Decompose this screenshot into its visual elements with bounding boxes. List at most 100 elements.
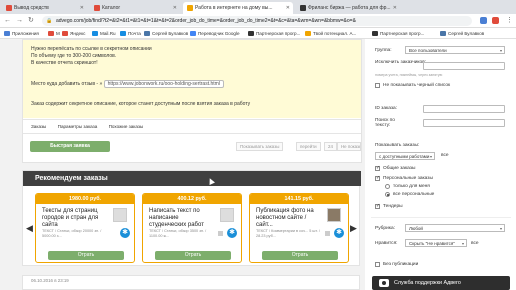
divider — [23, 119, 361, 120]
bookmark-item[interactable]: Твой потенциал. А... — [305, 30, 356, 37]
bookmark-item[interactable]: М — [48, 30, 60, 37]
group-label: Группа: — [375, 48, 392, 53]
show-select[interactable]: с доступными работами — [375, 152, 435, 160]
group-select[interactable]: Все пользователи — [405, 46, 505, 54]
bookmark-item[interactable]: Почта — [120, 30, 141, 37]
nravitsya-select[interactable]: Скрыть "Не нравится" — [405, 239, 467, 247]
close-tab-icon[interactable]: ✕ — [393, 2, 397, 14]
hide-button[interactable]: Не показывать — [337, 142, 361, 151]
goto-button[interactable]: перейти — [296, 142, 321, 151]
close-tab-icon[interactable]: ✕ — [286, 2, 290, 14]
favicon-icon — [6, 5, 12, 11]
bookmark-icon — [248, 31, 254, 36]
browser-tab[interactable]: Фриланс биржа — работа для фр... ✕ — [296, 2, 400, 14]
bookmark-icon — [144, 31, 150, 36]
take-order-button[interactable]: Отрать — [48, 251, 124, 260]
reload-icon[interactable]: ↻ — [28, 17, 34, 25]
close-tab-icon[interactable]: ✕ — [80, 2, 84, 14]
tab-similar-orders[interactable]: Похожие заказы — [109, 124, 144, 129]
extension-icon[interactable] — [480, 17, 487, 24]
close-tab-icon[interactable]: ✕ — [173, 2, 177, 14]
divider — [23, 133, 361, 134]
exclude-hint: номера учета, никнеймы, через запятую — [375, 73, 443, 77]
all-personal-label: все персональные — [393, 192, 435, 197]
divider — [371, 217, 511, 218]
show-label: Показывать заказы: — [375, 143, 420, 148]
card-title[interactable]: Написать текст по написание студенческих… — [149, 208, 209, 229]
bookmark-icon — [120, 31, 126, 36]
take-order-button[interactable]: Отрать — [262, 251, 338, 260]
bookmark-apps[interactable]: Приложения — [4, 30, 39, 37]
job-place-url[interactable]: https://www.jobonwork.ru/ooo-holding-ser… — [103, 80, 224, 88]
job-description: Нужно перепёсать по ссылке в секретном о… — [23, 40, 361, 118]
bookmark-item[interactable]: Партнерская прогр... — [372, 30, 424, 37]
tenders-checkbox[interactable] — [375, 203, 380, 209]
take-order-button[interactable]: Отрать — [155, 251, 231, 260]
avatar — [327, 208, 341, 222]
bookmarks-bar: Приложения М Яндекс Mail.Ru Почта Сергей… — [0, 28, 516, 39]
quick-apply-button[interactable]: Быстрая заявка — [30, 141, 110, 152]
menu-icon[interactable]: ⋮ — [506, 17, 513, 25]
rubric-select[interactable]: Любой — [405, 224, 505, 232]
browser-tab-active[interactable]: Работа в интернете на дому вы... ✕ — [183, 2, 293, 14]
recommended-card: 400.12 руб. Написать текст по написание … — [142, 193, 242, 263]
show-extra: все — [441, 153, 449, 158]
browser-tab[interactable]: Каталог ✕ — [90, 2, 180, 14]
browser-tab[interactable]: Вывод средств ✕ — [2, 2, 87, 14]
search-input[interactable] — [423, 119, 505, 127]
support-button[interactable]: Служба поддержки Адвего — [372, 276, 510, 290]
recommended-section: Рекомендуем заказы ◀ ▶ 1980.00 руб. Текс… — [22, 170, 361, 266]
bookmark-item[interactable]: Партнерская прогр... — [248, 30, 300, 37]
card-meta: ТЕКСТ / Статьи, обзор 20000 зн. / 5000.0… — [42, 229, 102, 238]
gear-icon: ✱ — [120, 228, 130, 238]
no-publications-checkbox[interactable] — [375, 262, 380, 267]
url-input[interactable]: 🔒 advego.com/job/find/?t2=&t2=&t1=&t1=&t… — [42, 16, 472, 26]
recommended-card: 1980.00 руб. Тексты для страниц городов … — [35, 193, 135, 263]
tab-orders[interactable]: Заказы — [31, 124, 46, 129]
extension-icon[interactable] — [492, 17, 499, 24]
only-mine-radio[interactable] — [385, 184, 390, 189]
job-place-line: Место куда добавить отзыв - » https://ww… — [31, 80, 224, 88]
job-tabs: Заказы Параметры заказа Похожие заказы — [31, 124, 153, 129]
tenders-label: Тендеры — [383, 204, 403, 209]
bookmark-icon — [92, 31, 98, 36]
common-label: Общие заказы — [383, 166, 416, 171]
forward-icon[interactable]: → — [16, 17, 23, 25]
all-personal-radio[interactable] — [385, 192, 390, 197]
no-publications-label: Без публикации — [383, 262, 419, 267]
tab-order-params[interactable]: Параметры заказа — [58, 124, 98, 129]
bookmark-item[interactable]: Переводчик Google — [190, 30, 240, 37]
blacklist-checkbox[interactable] — [375, 83, 380, 88]
bookmark-icon — [48, 31, 54, 36]
browser-tab-bar: Вывод средств ✕ Каталог ✕ Работа в интер… — [0, 0, 516, 14]
bookmark-icon — [190, 31, 196, 36]
gear-icon: ✱ — [334, 228, 344, 238]
bookmark-item[interactable]: Mail.Ru — [92, 30, 116, 37]
back-icon[interactable]: ← — [4, 17, 11, 25]
favicon-icon — [187, 5, 193, 11]
job-text-line: Нужно перепёсать по ссылке в секретном о… — [31, 46, 152, 52]
blacklist-label: Не показывать черный список — [383, 83, 451, 88]
address-bar: ← → ↻ 🔒 advego.com/job/find/?t2=&t2=&t1=… — [0, 14, 516, 28]
gear-icon: ✱ — [227, 228, 237, 238]
id-input[interactable] — [423, 105, 505, 113]
rubric-label: Рубрика: — [375, 226, 395, 231]
bookmark-icon — [440, 31, 446, 36]
arrow-right-icon[interactable]: ▶ — [350, 223, 357, 234]
exclude-label: Исключить заказчиков: — [375, 60, 427, 65]
rating-icon — [218, 231, 223, 236]
show-orders-button[interactable]: Показывать заказы — [236, 142, 284, 151]
bookmark-item[interactable]: Яндекс — [62, 30, 85, 37]
bookmark-item[interactable]: Сергей Булавков — [440, 30, 484, 37]
page-count: 24 — [324, 142, 337, 151]
arrow-left-icon[interactable]: ◀ — [26, 223, 33, 234]
card-title[interactable]: Тексты для страниц городов и стран для с… — [42, 208, 102, 229]
job-text-line: В качестве отчета скриншот! — [31, 60, 98, 66]
personal-checkbox[interactable] — [375, 175, 380, 181]
card-title[interactable]: Публикация фото на новостном сайте / сай… — [256, 208, 316, 229]
bookmark-item[interactable]: Сергей Булавков — [144, 30, 188, 37]
exclude-input[interactable] — [423, 62, 505, 70]
job-text-line: По объему где то 300-200 символов. — [31, 53, 117, 59]
common-checkbox[interactable] — [375, 165, 380, 171]
lock-icon: 🔒 — [46, 18, 53, 24]
